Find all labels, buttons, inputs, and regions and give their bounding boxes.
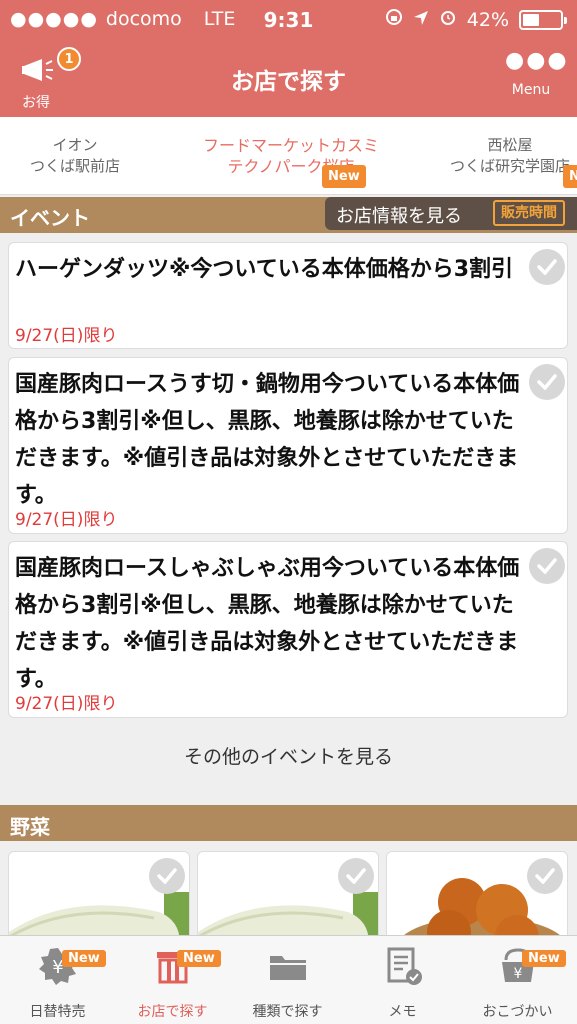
tab-allowance[interactable]: ¥ New おこづかい: [460, 936, 575, 1024]
sales-hours-button[interactable]: 販売時間: [493, 200, 565, 226]
event-date: 9/27(日)限り: [15, 326, 118, 346]
tab-daily-sale[interactable]: ¥ New 日替特売: [0, 936, 115, 1024]
check-icon[interactable]: [529, 548, 565, 584]
app-header: ●●●●● docomo LTE 9:31 42% 1 お得 お店で探す ●●●…: [0, 0, 577, 117]
new-badge: N: [563, 165, 577, 188]
tab-find-store[interactable]: New お店で探す: [115, 936, 230, 1024]
bottom-tab-bar: ¥ New 日替特売 New お店で探す 種類で探す メモ ¥ New おこづか…: [0, 935, 577, 1024]
store-info-label: お店情報を見る: [336, 206, 462, 227]
tab-label: おこづかい: [482, 1004, 553, 1020]
new-badge: New: [522, 950, 566, 967]
check-icon[interactable]: [527, 858, 563, 894]
menu-button[interactable]: ●●● Menu: [505, 48, 569, 108]
folder-icon: [270, 956, 306, 980]
check-icon[interactable]: [149, 858, 185, 894]
store-branch: つくば研究学園店: [449, 157, 570, 175]
store-name: イオン: [52, 136, 98, 154]
page-title: お店で探す: [231, 69, 346, 95]
location-icon: [413, 9, 429, 31]
store-branch: つくば駅前店: [29, 157, 120, 175]
event-card[interactable]: 国産豚肉ロースうす切・鍋物用今ついている本体価格から3割引※但し、黒豚、地養豚は…: [8, 357, 568, 534]
new-badge: New: [62, 950, 106, 967]
battery-icon: [519, 9, 567, 30]
tab-label: メモ: [388, 1004, 417, 1020]
event-title: ハーゲンダッツ※今ついている本体価格から3割引: [15, 257, 514, 282]
nav-bar: 1 お得 お店で探す ●●● Menu: [0, 40, 577, 117]
more-dots-icon: ●●●: [505, 48, 569, 73]
vegetable-section-title: 野菜: [10, 815, 50, 839]
check-icon[interactable]: [529, 249, 565, 285]
more-events-link[interactable]: その他のイベントを見る: [0, 742, 577, 772]
check-icon[interactable]: [529, 364, 565, 400]
tab-label: お店で探す: [137, 1004, 208, 1020]
new-badge: New: [322, 165, 366, 188]
event-date: 9/27(日)限り: [15, 694, 118, 714]
tab-memo[interactable]: メモ: [345, 936, 460, 1024]
svg-text:¥: ¥: [514, 966, 523, 982]
store-tabs: イオン つくば駅前店 フードマーケットカスミ テクノパーク桜店 New 西松屋 …: [0, 117, 577, 195]
alarm-icon: [439, 8, 457, 31]
event-section-header: イベント お店情報を見る 販売時間: [0, 197, 577, 233]
event-title: 国産豚肉ロースうす切・鍋物用今ついている本体価格から3割引※但し、黒豚、地養豚は…: [15, 372, 520, 508]
new-badge: New: [177, 950, 221, 967]
tab-label: 日替特売: [29, 1004, 86, 1020]
tab-find-category[interactable]: 種類で探す: [230, 936, 345, 1024]
lock-rotation-icon: [385, 8, 403, 31]
event-date: 9/27(日)限り: [15, 510, 118, 530]
check-icon[interactable]: [338, 858, 374, 894]
store-info-button[interactable]: お店情報を見る 販売時間: [325, 197, 577, 230]
battery-percent: 42%: [466, 8, 509, 31]
store-tab-aeon[interactable]: イオン つくば駅前店: [20, 135, 130, 177]
event-section-title: イベント: [10, 206, 90, 230]
store-tab-nishimatsuya[interactable]: 西松屋 つくば研究学園店 N: [430, 135, 577, 188]
status-bar: ●●●●● docomo LTE 9:31 42%: [0, 0, 577, 40]
event-card[interactable]: ハーゲンダッツ※今ついている本体価格から3割引 9/27(日)限り: [8, 242, 568, 349]
event-card[interactable]: 国産豚肉ロースしゃぶしゃぶ用今ついている本体価格から3割引※但し、黒豚、地養豚は…: [8, 541, 568, 718]
store-name: フードマーケットカスミ: [202, 136, 379, 155]
memo-icon: [387, 947, 422, 985]
menu-label: Menu: [511, 82, 551, 98]
store-tab-kasumi[interactable]: フードマーケットカスミ テクノパーク桜店 New: [186, 135, 396, 188]
tab-label: 種類で探す: [252, 1004, 323, 1020]
vegetable-section-header: 野菜: [0, 805, 577, 841]
event-title: 国産豚肉ロースしゃぶしゃぶ用今ついている本体価格から3割引※但し、黒豚、地養豚は…: [15, 556, 520, 692]
store-name: 西松屋: [487, 136, 533, 154]
